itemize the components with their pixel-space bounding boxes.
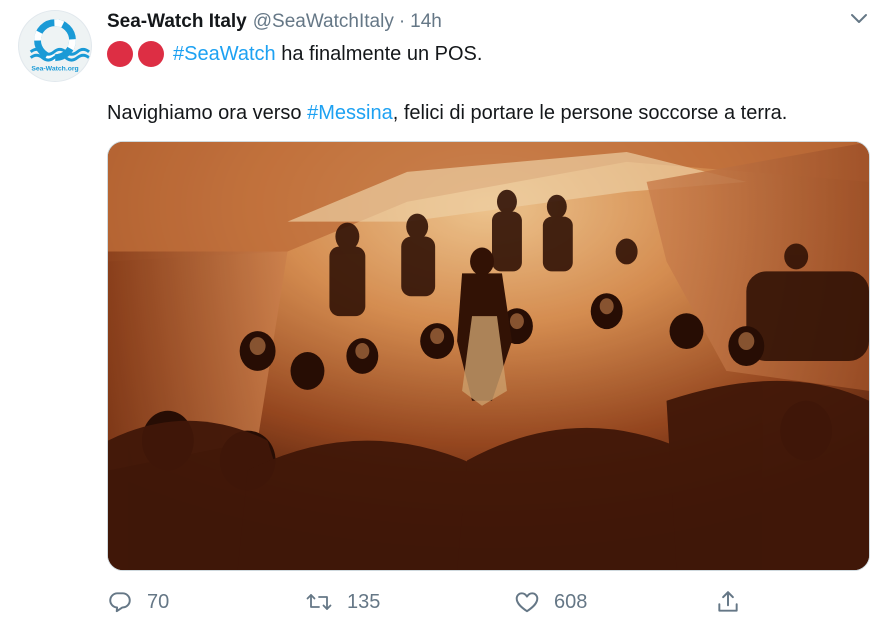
user-handle[interactable]: @SeaWatchItaly (253, 11, 394, 33)
retweet-count: 135 (347, 590, 381, 613)
like-icon (515, 592, 539, 613)
hashtag-seawatch[interactable]: #SeaWatch (173, 43, 276, 66)
tweet-actions: 70 135 608 (107, 584, 870, 620)
red-circle-emoji (107, 41, 133, 67)
display-name[interactable]: Sea-Watch Italy (107, 11, 247, 33)
retweet-button[interactable]: 135 (305, 584, 380, 620)
hashtag-messina[interactable]: #Messina (307, 102, 393, 125)
retweet-icon (306, 594, 332, 610)
like-count: 608 (554, 590, 588, 613)
chevron-down-icon (851, 14, 867, 23)
avatar[interactable]: Sea-Watch.org (18, 10, 92, 82)
more-options-button[interactable] (846, 8, 872, 30)
tweet-text-line-1: #SeaWatch ha finalmente un POS. (107, 40, 482, 68)
photo-people-celebrating (108, 142, 869, 570)
tweet-text-line-2: Navighiamo ora verso #Messina , felici d… (107, 99, 787, 127)
tweet-text-prefix: Navighiamo ora verso (107, 101, 308, 124)
share-button[interactable] (715, 584, 741, 620)
like-button[interactable]: 608 (514, 584, 587, 620)
avatar-text: Sea-Watch.org (31, 65, 78, 72)
sea-watch-logo: Sea-Watch.org (20, 11, 90, 81)
reply-icon (109, 592, 131, 613)
tweet-text: ha finalmente un POS. (275, 42, 483, 65)
timestamp[interactable]: 14h (410, 11, 442, 33)
reply-button[interactable]: 70 (107, 584, 169, 620)
tweet-text-suffix: , felici di portare le persone soccorse … (392, 101, 788, 124)
red-circle-emoji (138, 41, 164, 67)
share-icon (718, 591, 738, 612)
tweet-photo[interactable] (107, 141, 870, 571)
separator-dot: · (398, 11, 406, 32)
reply-count: 70 (147, 590, 170, 613)
tweet-header: Sea-Watch Italy @SeaWatchItaly · 14h (107, 9, 442, 35)
